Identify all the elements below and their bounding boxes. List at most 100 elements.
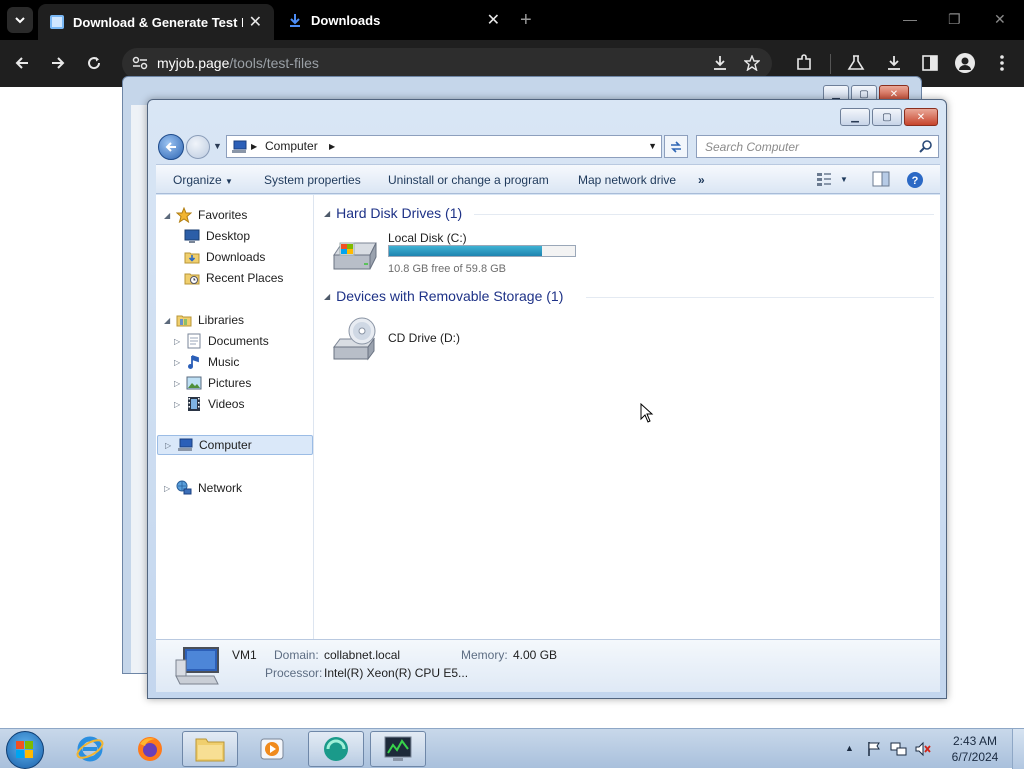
picture-icon	[186, 375, 202, 391]
show-hidden-icons[interactable]: ▲	[845, 743, 854, 753]
disk-usage-bar	[388, 245, 576, 257]
nav-item-videos[interactable]: ▷ Videos	[174, 394, 244, 414]
address-dropdown-icon[interactable]: ▼	[648, 141, 657, 151]
action-center-flag-icon[interactable]	[866, 741, 882, 757]
system-properties-button[interactable]: System properties	[264, 173, 361, 187]
tab-test-files[interactable]: Download & Generate Test File ✕	[38, 4, 274, 40]
taskbar-explorer[interactable]	[182, 731, 238, 767]
search-input[interactable]: Search Computer	[696, 135, 939, 158]
collapsed-arrow-icon[interactable]: ▷	[174, 400, 184, 409]
bookmark-star-icon[interactable]	[744, 55, 760, 71]
close-icon[interactable]: ✕	[904, 108, 938, 126]
start-button[interactable]	[6, 731, 44, 769]
volume-muted-icon[interactable]	[914, 741, 932, 757]
clock-date: 6/7/2024	[951, 750, 999, 764]
downloads-button[interactable]	[884, 53, 904, 73]
maximize-icon[interactable]: ▢	[872, 108, 902, 126]
back-button[interactable]	[158, 134, 184, 160]
network-tray-icon[interactable]	[890, 741, 908, 757]
nav-favorites[interactable]: ◢ Favorites	[164, 205, 247, 225]
show-desktop-button[interactable]	[1012, 729, 1024, 769]
nav-item-pictures[interactable]: ▷ Pictures	[174, 373, 251, 393]
collapsed-arrow-icon[interactable]: ▷	[165, 441, 175, 450]
taskbar-media-player[interactable]	[244, 731, 300, 767]
group-title: Hard Disk Drives (1)	[336, 205, 463, 221]
reload-button[interactable]	[84, 53, 104, 73]
view-dropdown-icon[interactable]: ▼	[840, 175, 848, 184]
taskbar-app-teal[interactable]	[308, 731, 364, 767]
explorer-content: ◢ Favorites Desktop Downloads Recent Pla…	[156, 195, 940, 639]
domain-value: collabnet.local	[324, 648, 401, 662]
collapse-arrow-icon[interactable]: ◢	[324, 292, 330, 301]
nav-item-documents[interactable]: ▷ Documents	[174, 331, 269, 351]
refresh-button[interactable]	[664, 135, 688, 158]
forward-button[interactable]	[186, 135, 210, 159]
nav-item-music[interactable]: ▷ Music	[174, 352, 239, 372]
group-header-removable[interactable]: ◢ Devices with Removable Storage (1)	[324, 288, 563, 304]
command-bar: Organize ▼ System properties Uninstall o…	[156, 164, 940, 194]
hard-drive-icon	[333, 242, 377, 270]
nav-item-label: Pictures	[208, 376, 252, 390]
main-pane: ◢ Hard Disk Drives (1) Local Disk (C:) 1…	[316, 195, 940, 639]
address-bar[interactable]: myjob.page/tools/test-files	[122, 48, 772, 79]
map-network-drive-button[interactable]: Map network drive	[578, 173, 676, 187]
minimize-icon[interactable]: —	[903, 11, 917, 27]
nav-item-desktop[interactable]: Desktop	[184, 226, 250, 246]
view-options-icon[interactable]	[816, 171, 832, 187]
chrome-menu-button[interactable]	[992, 53, 1012, 73]
back-button[interactable]	[12, 53, 32, 73]
refresh-icon	[671, 140, 681, 153]
nav-computer[interactable]: ▷ Computer	[157, 435, 313, 455]
collapsed-arrow-icon[interactable]: ▷	[164, 484, 174, 493]
processor-value: Intel(R) Xeon(R) CPU E5...	[324, 666, 469, 680]
more-commands-button[interactable]: »	[698, 173, 705, 187]
flask-icon	[847, 55, 865, 70]
forward-button[interactable]	[48, 53, 68, 73]
desktop-icon	[184, 228, 200, 244]
nav-network[interactable]: ▷ Network	[164, 478, 242, 498]
help-icon[interactable]: ?	[906, 171, 924, 189]
uninstall-program-button[interactable]: Uninstall or change a program	[388, 173, 549, 187]
media-player-icon	[260, 738, 284, 760]
organize-menu[interactable]: Organize ▼	[173, 173, 233, 187]
minimize-icon[interactable]: ▁	[840, 108, 870, 126]
tab-search-button[interactable]	[7, 7, 33, 33]
group-header-hard-disks[interactable]: ◢ Hard Disk Drives (1)	[324, 205, 462, 221]
nav-libraries[interactable]: ◢ Libraries	[164, 310, 244, 330]
close-window-icon[interactable]: ✕	[994, 11, 1006, 28]
expanded-arrow-icon[interactable]: ◢	[164, 211, 174, 220]
labs-button[interactable]	[846, 53, 866, 73]
explorer-address-bar[interactable]: ▶ Computer ▶ ▼	[226, 135, 662, 158]
new-tab-button[interactable]: +	[520, 9, 532, 32]
nav-item-label: Music	[208, 355, 240, 369]
restore-icon[interactable]: ❐	[948, 11, 961, 28]
collapsed-arrow-icon[interactable]: ▷	[174, 337, 184, 346]
taskbar-internet-explorer[interactable]	[62, 731, 118, 767]
group-divider	[474, 214, 934, 215]
side-panel-button[interactable]	[920, 53, 940, 73]
close-tab-icon[interactable]: ✕	[249, 12, 262, 32]
download-page-icon[interactable]	[712, 55, 728, 71]
close-tab-icon[interactable]: ✕	[487, 10, 500, 30]
breadcrumb-arrow-icon[interactable]: ▶	[329, 142, 335, 151]
memory-key: Memory:	[461, 648, 508, 662]
collapsed-arrow-icon[interactable]: ▷	[174, 379, 184, 388]
collapsed-arrow-icon[interactable]: ▷	[174, 358, 184, 367]
breadcrumb-computer[interactable]: Computer	[265, 139, 318, 153]
explorer-window[interactable]: ▁ ▢ ✕ ▼ ▶ Computer ▶ ▼ Search Computer O…	[147, 99, 947, 699]
recent-pages-dropdown-icon[interactable]: ▼	[213, 141, 222, 151]
breadcrumb-arrow-icon[interactable]: ▶	[251, 142, 257, 151]
drive-cd[interactable]: CD Drive (D:)	[330, 313, 530, 363]
tab-downloads[interactable]: Downloads ✕	[276, 0, 512, 40]
taskbar-task-manager[interactable]	[370, 731, 426, 767]
preview-pane-icon[interactable]	[872, 171, 890, 187]
collapse-arrow-icon[interactable]: ◢	[324, 209, 330, 218]
profile-button[interactable]	[955, 53, 975, 73]
expanded-arrow-icon[interactable]: ◢	[164, 316, 174, 325]
site-info-icon[interactable]	[132, 56, 148, 70]
nav-item-recent-places[interactable]: Recent Places	[184, 268, 283, 288]
taskbar-firefox[interactable]	[122, 731, 178, 767]
extensions-button[interactable]	[794, 53, 814, 73]
nav-item-downloads[interactable]: Downloads	[184, 247, 265, 267]
system-clock[interactable]: 2:43 AM 6/7/2024	[946, 733, 1004, 765]
